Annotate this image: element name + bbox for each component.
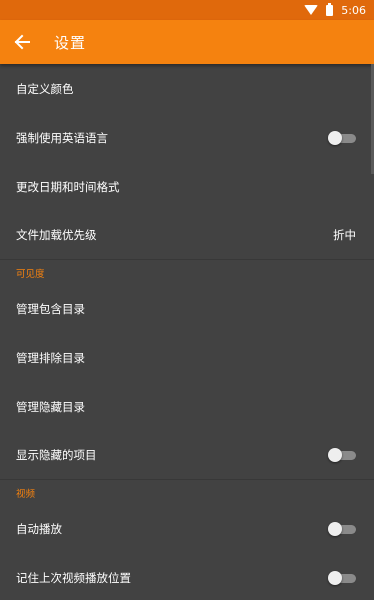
toggle-thumb (328, 448, 342, 462)
status-time: 5:06 (341, 3, 366, 17)
custom-colors-item[interactable]: 自定义颜色 (0, 64, 374, 113)
force-english-item[interactable]: 强制使用英语语言 (0, 113, 374, 162)
back-button[interactable] (12, 32, 32, 52)
force-english-label: 强制使用英语语言 (16, 130, 108, 145)
arrow-left-icon (14, 34, 30, 50)
wifi-icon (304, 5, 319, 15)
manage-included-folders-item[interactable]: 管理包含目录 (0, 284, 374, 333)
manage-excluded-folders-item[interactable]: 管理排除目录 (0, 333, 374, 382)
custom-colors-label: 自定义颜色 (16, 81, 74, 96)
file-loading-priority-item[interactable]: 文件加载优先级 折中 (0, 211, 374, 260)
show-hidden-items-toggle[interactable] (328, 448, 356, 462)
toggle-thumb (328, 130, 342, 145)
force-english-toggle[interactable] (328, 130, 356, 145)
section-header-video: 视频 (16, 489, 36, 500)
manage-hidden-folders-label: 管理隐藏目录 (16, 399, 85, 414)
remember-position-label: 记住上次视频播放位置 (16, 570, 131, 585)
show-hidden-items-item[interactable]: 显示隐藏的项目 (0, 431, 374, 480)
remember-position-toggle[interactable] (328, 570, 356, 585)
show-hidden-items-label: 显示隐藏的项目 (16, 448, 97, 462)
autoplay-toggle[interactable] (328, 521, 356, 536)
manage-excluded-folders-label: 管理排除目录 (16, 350, 85, 365)
date-time-format-item[interactable]: 更改日期和时间格式 (0, 162, 374, 211)
manage-hidden-folders-item[interactable]: 管理隐藏目录 (0, 382, 374, 431)
status-bar: 5:06 (0, 0, 374, 20)
toggle-thumb (328, 521, 342, 536)
autoplay-label: 自动播放 (16, 521, 62, 536)
file-loading-priority-value: 折中 (333, 228, 356, 242)
manage-included-folders-label: 管理包含目录 (16, 301, 85, 316)
date-time-format-label: 更改日期和时间格式 (16, 179, 120, 194)
file-loading-priority-label: 文件加载优先级 (16, 228, 97, 242)
battery-icon (326, 2, 334, 16)
section-header-visibility: 可见度 (16, 269, 45, 280)
page-title: 设置 (54, 33, 87, 52)
status-icons: 5:06 (304, 0, 366, 20)
autoplay-item[interactable]: 自动播放 (0, 504, 374, 553)
toggle-thumb (328, 570, 342, 585)
app-bar: 设置 (0, 20, 374, 64)
settings-list[interactable]: 自定义颜色 强制使用英语语言 更改日期和时间格式 文件加载优先级 折中 可见度 … (0, 64, 374, 600)
remember-position-item[interactable]: 记住上次视频播放位置 (0, 553, 374, 600)
